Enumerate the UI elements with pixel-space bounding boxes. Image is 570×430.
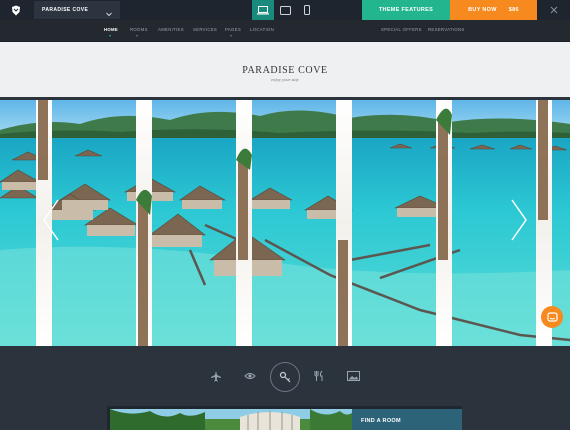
nav-active-indicator: [109, 35, 111, 37]
logo-icon[interactable]: [0, 0, 32, 20]
close-icon[interactable]: [537, 0, 570, 20]
resort-image: [110, 409, 352, 430]
plane-icon[interactable]: [207, 366, 225, 386]
top-bar: PARADISE COVE THEME FEATURES BUY NOW $86: [0, 0, 570, 20]
buy-now-label: BUY NOW: [468, 7, 497, 13]
theme-name: PARADISE COVE: [42, 7, 89, 13]
chevron-left-icon[interactable]: [42, 198, 60, 247]
main-nav: HOME ROOMS AMENITIES SERVICES PAGES LOCA…: [0, 20, 570, 42]
eye-icon[interactable]: [241, 366, 259, 386]
nav-home[interactable]: HOME: [104, 27, 118, 32]
desktop-icon[interactable]: [252, 0, 274, 20]
nav-location[interactable]: LOCATION: [250, 27, 274, 32]
nav-pages-caret: [230, 35, 232, 37]
price-label: $86: [508, 7, 519, 13]
theme-selector[interactable]: PARADISE COVE: [34, 1, 120, 19]
find-room-label: FIND A ROOM: [361, 418, 401, 424]
site-tagline: enjoy your stay: [271, 77, 299, 82]
nav-amenities[interactable]: AMENITIES: [158, 27, 184, 32]
nav-special-offers[interactable]: SPECIAL OFFERS: [381, 27, 422, 32]
nav-rooms-caret: [136, 35, 138, 37]
chevron-right-icon[interactable]: [510, 198, 528, 247]
nav-pages[interactable]: PAGES: [225, 27, 241, 32]
gallery-icon[interactable]: [344, 366, 362, 386]
theme-features-label: THEME FEATURES: [378, 7, 434, 13]
nav-rooms[interactable]: ROOMS: [130, 27, 148, 32]
theme-features-button[interactable]: THEME FEATURES: [362, 0, 450, 20]
chat-icon[interactable]: [541, 306, 563, 328]
mobile-icon[interactable]: [296, 0, 318, 20]
restaurant-icon[interactable]: [310, 366, 328, 386]
hero-slider[interactable]: [0, 100, 570, 346]
hero-image: [0, 100, 570, 346]
nav-reservations[interactable]: RESERVATIONS: [428, 27, 465, 32]
buy-now-button[interactable]: BUY NOW $86: [450, 0, 537, 20]
tablet-icon[interactable]: [274, 0, 296, 20]
key-icon[interactable]: [270, 362, 300, 392]
nav-services[interactable]: SERVICES: [193, 27, 217, 32]
site-title[interactable]: PARADISE COVE: [0, 65, 570, 76]
find-room-panel[interactable]: FIND A ROOM: [352, 409, 462, 430]
site-header: PARADISE COVE enjoy your stay: [0, 42, 570, 97]
